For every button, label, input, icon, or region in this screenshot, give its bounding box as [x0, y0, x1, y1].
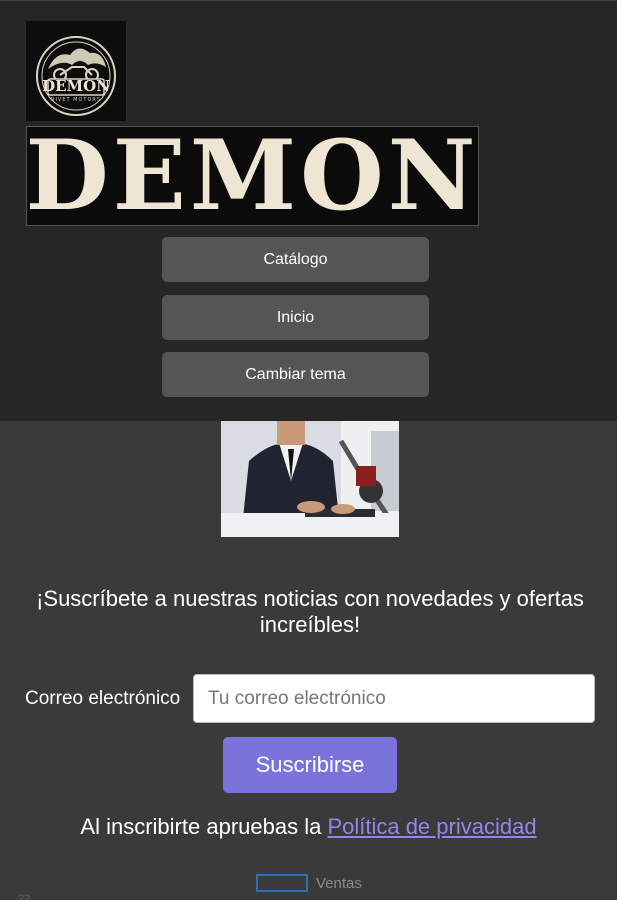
logo-emblem-icon	[36, 36, 116, 116]
wordmark-text: DEMON	[26, 126, 479, 226]
nav-catalogo-button[interactable]: Catálogo	[162, 237, 429, 282]
privacy-notice: Al inscribirte apruebas la Política de p…	[0, 814, 617, 840]
email-label: Correo electrónico	[25, 688, 181, 709]
brand-logo[interactable]: DEMON RIVET MOTORS	[26, 21, 126, 121]
subscribe-button[interactable]: Suscribirse	[223, 737, 397, 793]
hero-photo	[221, 421, 399, 537]
page: DEMON RIVET MOTORS DEMON Catálogo Inicio…	[0, 0, 617, 900]
brand-wordmark: DEMON	[26, 126, 479, 226]
logo-text: DEMON	[42, 77, 110, 95]
privacy-prefix: Al inscribirte apruebas la	[80, 814, 328, 839]
footer-corner-text: 22	[18, 893, 31, 900]
sales-image-placeholder[interactable]	[256, 874, 308, 892]
logo-subtext: RIVET MOTORS	[50, 97, 102, 103]
privacy-policy-link[interactable]: Política de privacidad	[327, 814, 536, 839]
newsletter-headline: ¡Suscríbete a nuestras noticias con nove…	[36, 586, 584, 637]
footer-sales: Ventas	[256, 874, 362, 892]
site-header: DEMON RIVET MOTORS DEMON Catálogo Inicio…	[0, 0, 617, 421]
sales-label[interactable]: Ventas	[316, 875, 362, 892]
theme-toggle-button[interactable]: Cambiar tema	[162, 352, 429, 397]
nav-inicio-button[interactable]: Inicio	[162, 295, 429, 340]
email-input[interactable]	[193, 674, 595, 723]
